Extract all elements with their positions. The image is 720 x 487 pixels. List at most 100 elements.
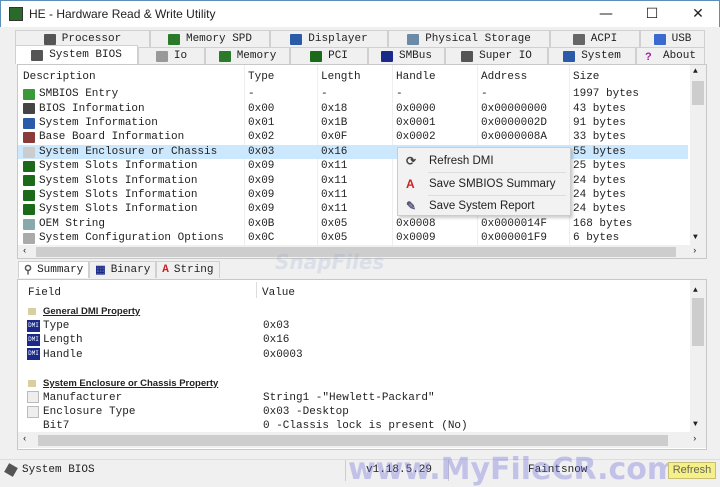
scroll-up-icon[interactable]: ▲ — [693, 286, 698, 295]
field: Manufacturer — [43, 391, 123, 404]
tab-about[interactable]: ? About — [636, 47, 705, 64]
column-handle[interactable]: Handle — [396, 71, 436, 83]
cell-handle: - — [396, 88, 403, 101]
tab-io[interactable]: Io — [138, 47, 205, 64]
table-row[interactable]: Base Board Information 0x02 0x0F 0x0002 0x00… — [18, 130, 688, 145]
table-row[interactable]: System Slots Information 0x09 0x11 25 bytes — [18, 159, 688, 174]
tab-binary[interactable]: ▦ Binary — [89, 261, 157, 278]
scroll-up-icon[interactable]: ▲ — [693, 67, 698, 76]
pci-icon — [310, 50, 323, 62]
scroll-down-icon[interactable]: ▼ — [693, 233, 698, 242]
cell-length: 0x18 — [321, 102, 348, 115]
detail-row[interactable]: Enclosure Type 0x03 -Desktop — [18, 405, 688, 420]
scroll-right-icon[interactable]: › — [692, 434, 697, 444]
hscroll-thumb[interactable] — [38, 435, 668, 446]
tab-system-bios[interactable]: System BIOS — [15, 45, 138, 64]
tab-acpi[interactable]: ACPI — [550, 30, 640, 47]
tab-label: System — [581, 50, 621, 62]
detail-row[interactable]: DMI Length 0x16 — [18, 333, 688, 348]
cell-size: 24 bytes — [573, 174, 626, 187]
menu-item-save-smbios-summary[interactable]: A Save SMBIOS Summary — [398, 173, 570, 195]
cell-length: 0x11 — [321, 174, 348, 187]
detail-horizontal-scrollbar[interactable]: ‹ › — [18, 432, 706, 448]
scroll-left-icon[interactable]: ‹ — [22, 434, 27, 444]
column-field[interactable]: Field — [28, 287, 61, 299]
cell-size: 43 bytes — [573, 102, 626, 115]
memory-icon — [218, 50, 231, 62]
tab-label: Memory — [236, 50, 277, 62]
table-row[interactable]: System Configuration Options 0x0C 0x05 0x00… — [18, 231, 688, 246]
tab-string[interactable]: A String — [156, 261, 220, 278]
tab-memory-spd[interactable]: Memory SPD — [150, 30, 270, 47]
close-button[interactable]: ✕ — [675, 1, 720, 27]
table-row[interactable]: OEM String 0x0B 0x05 0x0008 0x0000014F 168 by… — [18, 217, 688, 232]
tab-label: USB — [671, 33, 692, 45]
detail-row[interactable]: DMI Type 0x03 — [18, 319, 688, 334]
section-header[interactable]: System Enclosure or Chassis Property — [18, 376, 688, 391]
detail-vertical-scrollbar[interactable]: ▲ ▼ — [690, 280, 706, 432]
column-value[interactable]: Value — [262, 287, 295, 299]
column-description[interactable]: Description — [23, 71, 96, 83]
row-icon — [23, 132, 35, 144]
scroll-down-icon[interactable]: ▼ — [693, 420, 698, 429]
folder-icon — [28, 379, 36, 387]
acpi-icon — [572, 33, 585, 45]
scroll-thumb[interactable] — [692, 81, 704, 105]
menu-item-save-system-report[interactable]: ✎ Save System Report — [398, 195, 570, 217]
tab-label: Super IO — [479, 50, 532, 62]
tab-usb[interactable]: USB — [640, 30, 705, 47]
title-bar: HE - Hardware Read & Write Utility — ☐ ✕ — [0, 0, 720, 27]
cell-size: 6 bytes — [573, 232, 620, 245]
vertical-scrollbar[interactable]: ▲ ▼ — [690, 65, 706, 245]
section-header[interactable]: General DMI Property — [18, 304, 688, 319]
tab-smbus[interactable]: SMBus — [368, 47, 445, 64]
horizontal-scrollbar[interactable]: ‹ › — [18, 245, 706, 258]
maximize-button[interactable]: ☐ — [629, 1, 675, 27]
table-row[interactable]: System Slots Information 0x09 0x11 24 bytes — [18, 188, 688, 203]
table-row[interactable]: System Slots Information 0x09 0x11 24 bytes — [18, 173, 688, 188]
table-row[interactable]: System Enclosure or Chassis 0x03 0x16 55 by… — [18, 144, 688, 160]
folder-icon — [28, 308, 36, 315]
tab-summary[interactable]: ⚲ Summary — [18, 261, 90, 278]
row-icon — [23, 189, 35, 201]
tab-displayer[interactable]: Displayer — [270, 30, 388, 47]
column-size[interactable]: Size — [573, 71, 599, 83]
divider — [345, 460, 346, 481]
table-row[interactable]: System Slots Information 0x09 0x11 24 bytes — [18, 202, 688, 217]
cell-size: 25 bytes — [573, 160, 626, 173]
column-type[interactable]: Type — [248, 71, 274, 83]
scroll-right-icon[interactable]: › — [692, 246, 697, 256]
table-row[interactable]: System Information 0x01 0x1B 0x0001 0x000000… — [18, 116, 688, 131]
cell-type: 0x02 — [248, 131, 275, 144]
tab-memory[interactable]: Memory — [205, 47, 290, 64]
scroll-thumb[interactable] — [692, 298, 704, 346]
tab-label: String — [173, 264, 214, 276]
detail-row[interactable]: Manufacturer String1 -"Hewlett-Packard" — [18, 390, 688, 405]
chassis-icon — [27, 405, 39, 418]
tab-super-io[interactable]: Super IO — [445, 47, 548, 64]
row-icon — [23, 89, 35, 100]
chassis-icon — [27, 391, 39, 404]
table-row[interactable]: BIOS Information 0x00 0x18 0x0000 0x00000000… — [18, 101, 688, 116]
cell-length: 0x11 — [321, 189, 348, 202]
detail-row[interactable]: DMI Handle 0x0003 — [18, 347, 688, 362]
cell-address: 0x0000008A — [481, 131, 548, 144]
tab-physical-storage[interactable]: Physical Storage — [388, 30, 550, 47]
table-row[interactable]: SMBIOS Entry - - - - 1997 bytes — [18, 87, 688, 102]
super-io-icon — [461, 50, 474, 62]
refresh-button[interactable]: Refresh — [668, 462, 716, 479]
minimize-button[interactable]: — — [583, 1, 629, 27]
menu-item-refresh-dmi[interactable]: ⟳ Refresh DMI — [398, 150, 570, 172]
dmi-table: Description Type Length Handle Address Size S… — [17, 64, 707, 259]
column-length[interactable]: Length — [321, 71, 361, 83]
tab-system[interactable]: System — [548, 47, 636, 64]
column-address[interactable]: Address — [481, 71, 527, 83]
cell-size: 24 bytes — [573, 203, 626, 216]
detail-table: Field Value General DMI Property DMI Type 0x… — [17, 279, 707, 450]
cell-address: - — [481, 88, 488, 101]
hscroll-thumb[interactable] — [36, 247, 676, 257]
tab-label: Physical Storage — [425, 33, 531, 45]
tab-pci[interactable]: PCI — [290, 47, 368, 64]
scroll-left-icon[interactable]: ‹ — [22, 246, 27, 256]
string-icon: A — [162, 264, 169, 276]
